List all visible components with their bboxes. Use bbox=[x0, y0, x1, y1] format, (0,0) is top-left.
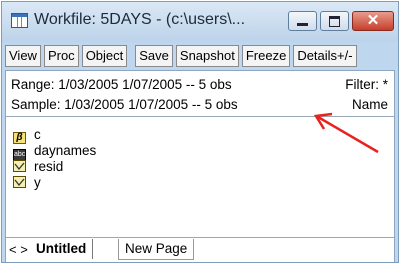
red-arrow-annotation bbox=[313, 112, 379, 154]
